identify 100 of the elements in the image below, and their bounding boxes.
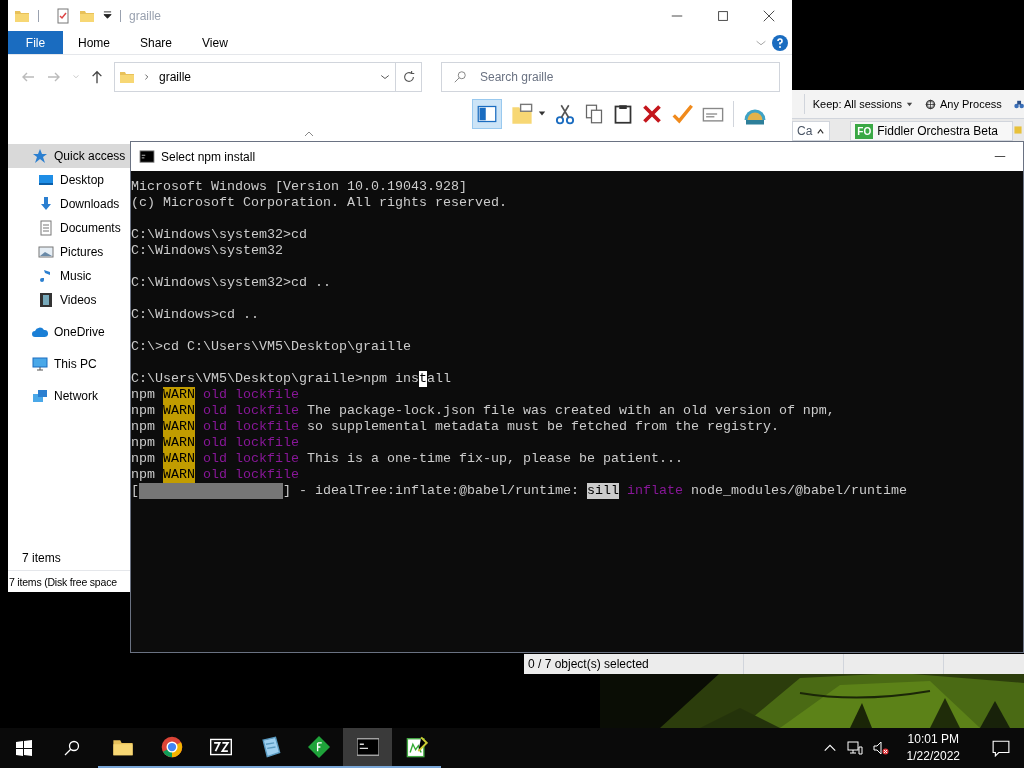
checkmark-icon[interactable] [671,103,693,125]
nav-item[interactable]: Videos [8,288,130,312]
console-text: npm [131,403,155,419]
console-text: [ [131,483,139,499]
console-text: C:\Windows>cd .. [131,307,259,323]
console-text: The package-lock.json file was created with an old version of npm, [307,403,835,419]
console-text: all [426,371,451,387]
help-icon[interactable] [772,34,788,51]
video-icon [38,292,54,308]
orchestra-tab[interactable]: FO Fiddler Orchestra Beta [850,121,1013,141]
network-icon[interactable] [846,740,863,756]
console-text: Microsoft Windows [Version 10.0.19043.928] [131,179,467,195]
nav-item[interactable]: Documents [8,216,130,240]
console-text: C:\Windows\system32>cd [131,227,307,243]
chevron-up-icon[interactable] [816,126,826,136]
cursor: t [418,371,427,387]
clock[interactable]: 10:01 PM 1/22/2022 [906,731,960,765]
ribbon-tab[interactable]: Home [63,31,125,54]
tab-badge: FO [855,123,874,139]
sill-label: sill [586,483,619,499]
dropdown-icon[interactable] [103,11,112,20]
refresh-icon [401,70,416,84]
ribbon-tab[interactable]: Share [125,31,188,54]
warn-label: WARN [163,419,195,435]
warn-label: WARN [163,403,195,419]
nav-item[interactable]: Desktop [8,168,130,192]
console-icon [356,736,379,758]
console-text: old lockfile [203,419,299,435]
console-text: old lockfile [203,435,299,451]
console-text: C:\Users\VM5\Desktop\graille>npm ins [131,371,419,387]
preview-pane-button[interactable] [472,99,502,129]
scissors-icon[interactable] [555,103,575,125]
status-text: 0 / 7 object(s) selected [524,654,744,674]
warn-label: WARN [163,435,195,451]
desktop-icon [38,172,54,188]
console-text: old lockfile [203,403,299,419]
console-text: npm [131,387,155,403]
console-icon [139,149,155,164]
warn-label: WARN [163,467,195,483]
pane-icon [477,104,497,124]
console-text: (c) Microsoft Corporation. All rights reserved. [131,195,507,211]
address-text: graille [159,69,191,86]
nav-item[interactable]: Network [8,384,130,408]
pc-icon [32,356,48,372]
console-text: C:\Windows\system32 [131,243,283,259]
search-icon [453,70,467,84]
console-text: ] - idealTree:inflate:@babel/runtime: [283,483,579,499]
console-text: npm [131,467,155,483]
search-icon[interactable] [64,740,80,756]
console-text: old lockfile [203,467,299,483]
network-icon [32,388,48,404]
folder-options-icon[interactable] [511,103,533,125]
ribbon-tab[interactable]: View [187,31,243,54]
delete-icon[interactable] [642,104,662,124]
keep-sessions-dropdown[interactable]: Keep: All sessions [812,95,913,113]
download-icon [38,196,54,212]
any-process-button[interactable]: Any Process [940,95,1002,113]
folder-icon [119,69,135,85]
console-text: inflate [626,483,683,499]
tab-label: Fiddler Orchestra Beta [877,123,998,140]
archive-icon [209,736,232,758]
console-text: so supplemental metadata must be fetched from the registry. [307,419,779,435]
sort-caret-icon[interactable] [304,131,314,137]
copy-icon[interactable] [584,103,604,125]
nav-item[interactable]: OneDrive [8,320,130,344]
star-icon [32,148,48,164]
search-field[interactable]: Search graille [441,62,780,92]
nav-item[interactable]: Music [8,264,130,288]
console-text: npm [131,451,155,467]
chevron-right-icon [143,73,151,81]
tab-icon [1012,123,1024,137]
warn-label: WARN [163,387,195,403]
notification-icon[interactable] [992,739,1010,757]
console-text: C:\>cd C:\Users\VM5\Desktop\graille [131,339,411,355]
properties-icon[interactable] [55,7,71,24]
caret-icon [906,100,913,108]
console-text: This is a one-time fix-up, please be patient... [307,451,683,467]
nav-item[interactable]: This PC [8,352,130,376]
item-count: 7 items [21,550,62,567]
up-icon[interactable] [90,70,104,84]
address-bar[interactable]: graille [114,62,396,92]
warn-label: WARN [163,451,195,467]
window-title: graille [129,7,161,25]
nav-item[interactable]: Quick access [8,144,130,168]
console-text: node_modules/@babel/runtime [690,483,907,499]
volume-muted-icon[interactable] [872,740,889,756]
refresh-button[interactable] [396,62,422,92]
pictures-icon [38,244,54,260]
clipboard-icon[interactable] [613,103,633,125]
console-text: npm [131,435,155,451]
window-title: Select npm install [161,148,256,166]
nav-item[interactable]: Pictures [8,240,130,264]
nav-item[interactable]: Downloads [8,192,130,216]
taskbar-button[interactable] [343,728,392,768]
console-text: npm [131,419,155,435]
dropdown-icon[interactable] [538,110,546,118]
start-icon[interactable] [16,740,32,756]
console-text: C:\Windows\system32>cd .. [131,275,331,291]
browser-icon [160,736,183,758]
editor-icon [405,736,428,758]
